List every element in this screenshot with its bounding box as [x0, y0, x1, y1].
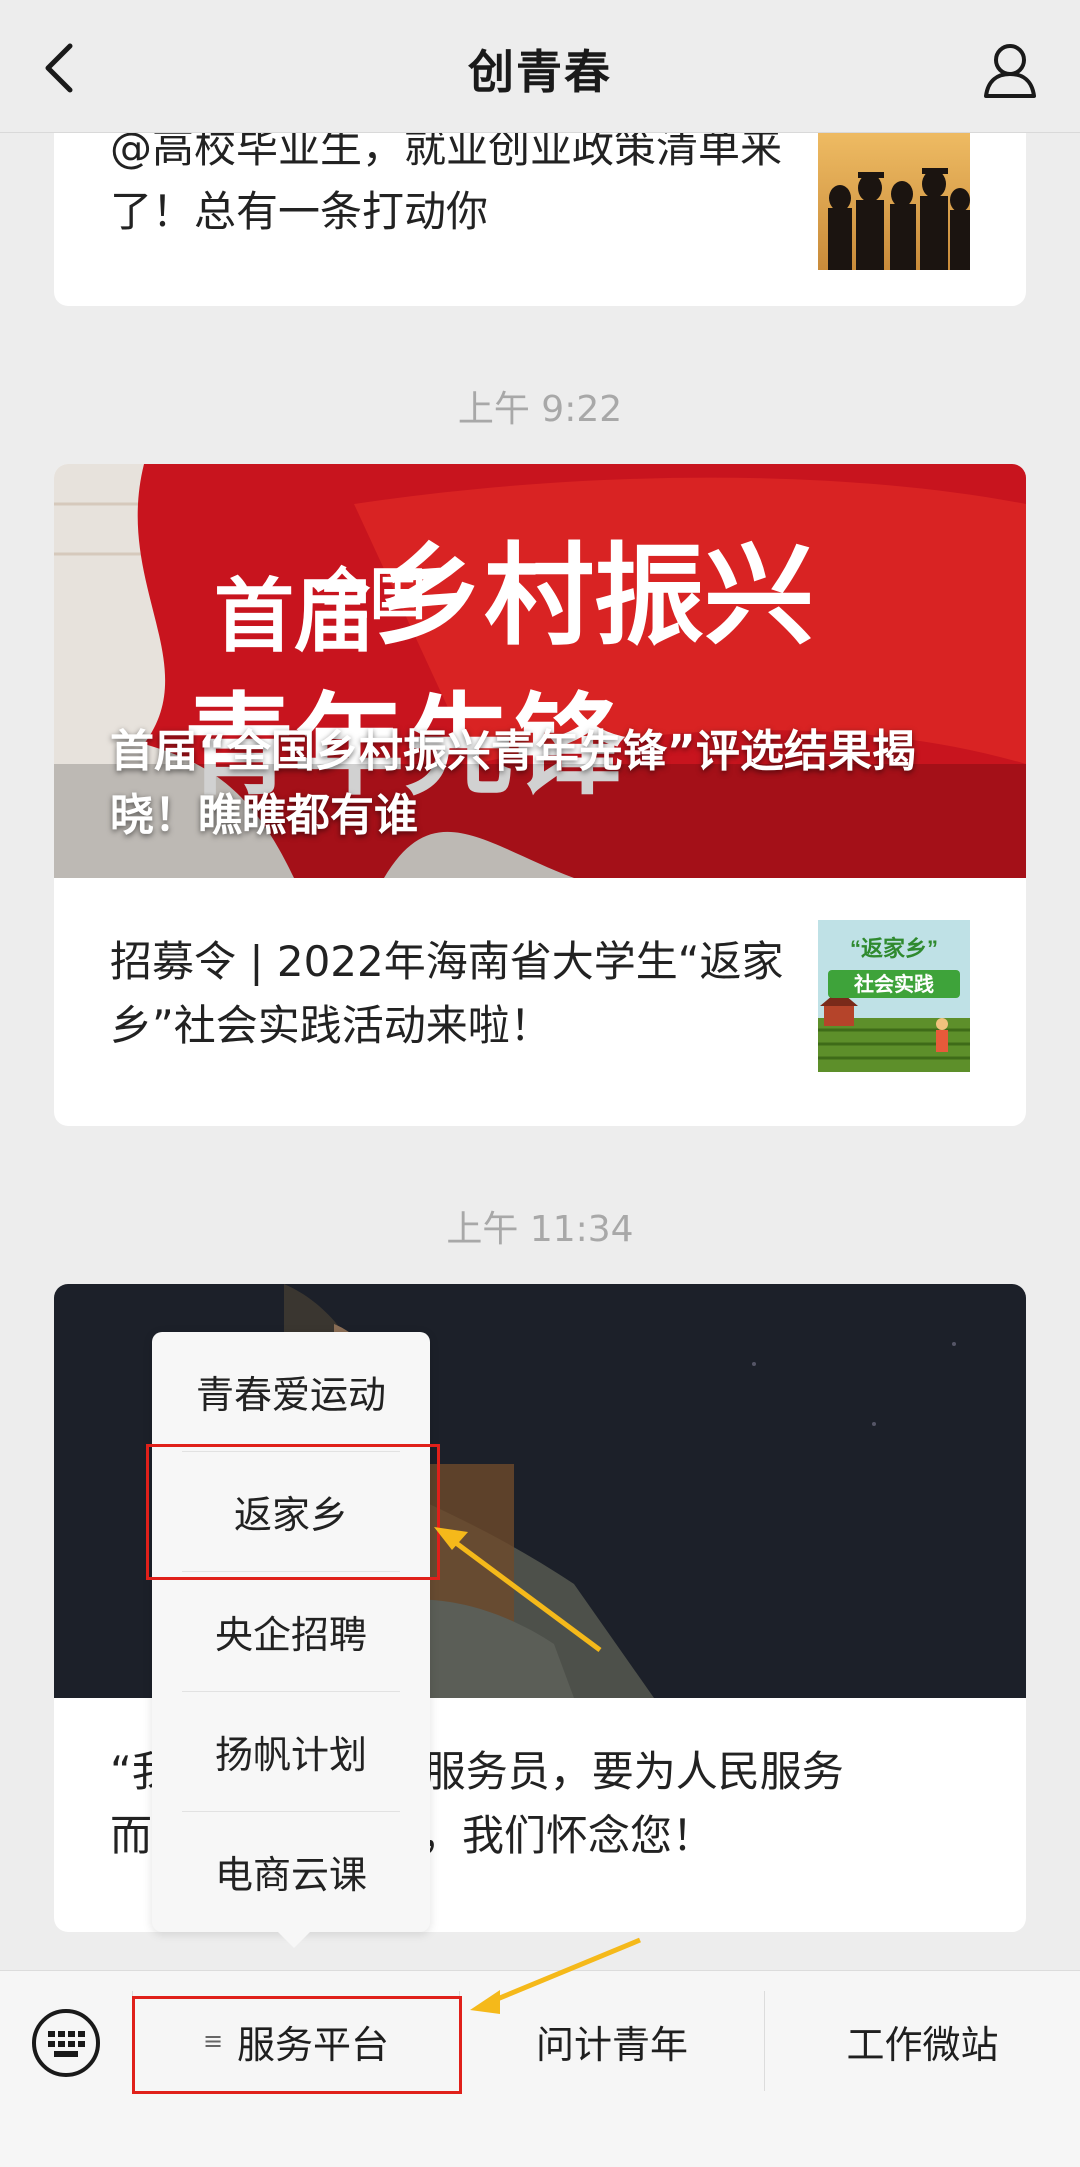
article-title[interactable]: 招募令 | 2022年海南省大学生“返家乡”社会实践活动来啦！ [110, 930, 790, 1058]
graduates-thumbnail[interactable] [818, 118, 970, 270]
title-right: 服务员，要为人民服务 [423, 1747, 844, 1796]
timestamp: 上午 11:34 [446, 1209, 634, 1250]
keyboard-icon[interactable] [30, 2007, 102, 2079]
submenu-item-soe-recruit[interactable]: 央企招聘 [152, 1572, 430, 1691]
article-title[interactable]: @高校毕业生，就业创业政策清单来了！总有一条打动你 [110, 116, 790, 244]
menu-work-site[interactable]: 工作微站 [765, 1971, 1080, 2111]
profile-icon[interactable] [982, 40, 1038, 100]
article-card[interactable]: 首届 全国 乡村振兴 青年先锋 首届“全国乡村振兴青年先锋”评选结果揭晓！瞧瞧都… [54, 464, 1026, 1126]
highlight-box [132, 1996, 462, 2094]
submenu-item-sail-plan[interactable]: 扬帆计划 [152, 1692, 430, 1811]
banner-image[interactable]: 首届 全国 乡村振兴 青年先锋 首届“全国乡村振兴青年先锋”评选结果揭晓！瞧瞧都… [54, 464, 1026, 878]
submenu-item-sports[interactable]: 青春爱运动 [152, 1332, 430, 1451]
title-right-2: ，我们怀念您！ [420, 1811, 715, 1860]
timestamp: 上午 9:22 [457, 389, 623, 430]
banner-headline-1: 乡村振兴 [374, 536, 814, 658]
banner-title[interactable]: 首届“全国乡村振兴青年先锋”评选结果揭晓！瞧瞧都有谁 [110, 720, 970, 848]
page-title: 创青春 [468, 45, 612, 99]
highlight-box [146, 1444, 440, 1580]
submenu-item-ecommerce-course[interactable]: 电商云课 [152, 1812, 430, 1931]
thumb-caption-2: 社会实践 [853, 972, 934, 996]
top-nav-bar: 创青春 [0, 0, 1080, 133]
thumb-caption-1: “返家乡” [850, 936, 938, 961]
menu-ask-youth[interactable]: 问计青年 [460, 1971, 764, 2111]
hometown-thumbnail[interactable]: “返家乡” 社会实践 [818, 920, 970, 1072]
title-left-2: 而 [110, 1811, 153, 1860]
submenu-popup: 青春爱运动 返家乡 央企招聘 扬帆计划 电商云课 [152, 1332, 430, 1948]
